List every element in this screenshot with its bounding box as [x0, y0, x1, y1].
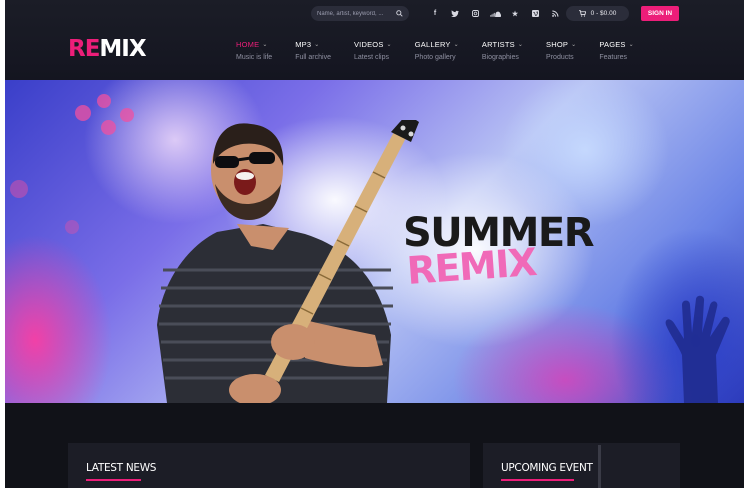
- heading-underline: [501, 479, 574, 481]
- nav-item-videos[interactable]: VIDEOS ⌄ Latest clips: [354, 40, 392, 61]
- soundcloud-icon[interactable]: [485, 6, 505, 21]
- site-logo[interactable]: REMIX: [68, 36, 147, 62]
- upcoming-event-panel: UPCOMING EVENT: [483, 443, 680, 488]
- page-frame: Name, artist, keyword, ... f ★ 0 - $0.00…: [5, 0, 744, 488]
- search-icon[interactable]: [396, 10, 403, 17]
- nav-item-artists[interactable]: ARTISTS ⌄ Biographies: [482, 40, 523, 61]
- sign-in-button[interactable]: SIGN IN: [641, 6, 679, 21]
- chevron-down-icon: ⌄: [628, 42, 634, 48]
- chevron-down-icon: ⌄: [314, 42, 320, 48]
- site-header: Name, artist, keyword, ... f ★ 0 - $0.00…: [5, 0, 744, 80]
- events-scrollbar[interactable]: [598, 445, 601, 488]
- bokeh-light: [101, 120, 116, 135]
- twitter-icon[interactable]: [445, 6, 465, 21]
- chevron-down-icon: ⌄: [517, 42, 524, 48]
- nav-label: SHOP: [546, 40, 569, 49]
- crowd-hand-silhouette: [665, 295, 730, 403]
- content-section: LATEST NEWS UPCOMING EVENT: [5, 403, 744, 488]
- nav-sublabel: Products: [546, 54, 574, 61]
- nav-label: MP3: [295, 40, 312, 49]
- nav-label: HOME: [236, 40, 260, 49]
- nav-sublabel: Music is life: [236, 54, 273, 61]
- nav-sublabel: Latest clips: [353, 54, 390, 61]
- vimeo-icon[interactable]: [525, 6, 545, 21]
- chevron-down-icon: ⌄: [262, 42, 268, 48]
- hero-banner[interactable]: SUMMER REMIX: [5, 80, 744, 403]
- nav-label: GALLERY: [414, 40, 451, 49]
- chevron-down-icon: ⌄: [386, 42, 392, 48]
- latest-news-heading: LATEST NEWS: [86, 462, 157, 474]
- star-icon[interactable]: ★: [505, 6, 525, 21]
- bokeh-light: [65, 220, 79, 234]
- latest-news-panel: LATEST NEWS: [68, 443, 470, 488]
- nav-sublabel: Features: [599, 54, 627, 61]
- bokeh-light: [10, 180, 28, 198]
- nav-label: ARTISTS: [481, 40, 515, 49]
- nav-label: PAGES: [599, 40, 626, 49]
- heading-underline: [86, 479, 141, 481]
- main-nav: HOME ⌄ Music is life MP3 ⌄ Full archive VI…: [236, 40, 657, 61]
- bokeh-light: [75, 105, 91, 121]
- search-placeholder: Name, artist, keyword, ...: [317, 10, 384, 17]
- top-bar: Name, artist, keyword, ... f ★ 0 - $0.00…: [5, 6, 744, 22]
- nav-item-home[interactable]: HOME ⌄ Music is life: [236, 40, 272, 61]
- search-input[interactable]: Name, artist, keyword, ...: [311, 6, 409, 21]
- instagram-icon[interactable]: [465, 6, 485, 21]
- nav-item-gallery[interactable]: GALLERY ⌄ Photo gallery: [415, 40, 459, 61]
- nav-item-shop[interactable]: SHOP ⌄ Products: [546, 40, 576, 61]
- cart-icon: [578, 10, 586, 17]
- nav-label: VIDEOS: [353, 40, 384, 49]
- cart-button[interactable]: 0 - $0.00: [566, 6, 629, 21]
- nav-sublabel: Photo gallery: [414, 54, 456, 61]
- logo-part-mix: MIX: [99, 36, 146, 62]
- nav-item-mp3[interactable]: MP3 ⌄ Full archive: [295, 40, 331, 61]
- social-links: f ★: [425, 6, 565, 21]
- hero-subtitle: REMIX: [405, 240, 538, 293]
- upcoming-event-heading: UPCOMING EVENT: [501, 462, 593, 474]
- cart-total: 0 - $0.00: [590, 10, 617, 17]
- nav-sublabel: Biographies: [481, 54, 519, 61]
- rss-icon[interactable]: [545, 6, 565, 21]
- chevron-down-icon: ⌄: [571, 42, 577, 48]
- nav-sublabel: Full archive: [295, 54, 331, 61]
- chevron-down-icon: ⌄: [453, 42, 459, 48]
- bokeh-light: [97, 94, 111, 108]
- facebook-icon[interactable]: f: [425, 6, 445, 21]
- bokeh-light: [120, 108, 134, 122]
- logo-part-re: RE: [68, 36, 100, 62]
- guitarist-photo: [157, 120, 419, 403]
- nav-item-pages[interactable]: PAGES ⌄ Features: [599, 40, 634, 61]
